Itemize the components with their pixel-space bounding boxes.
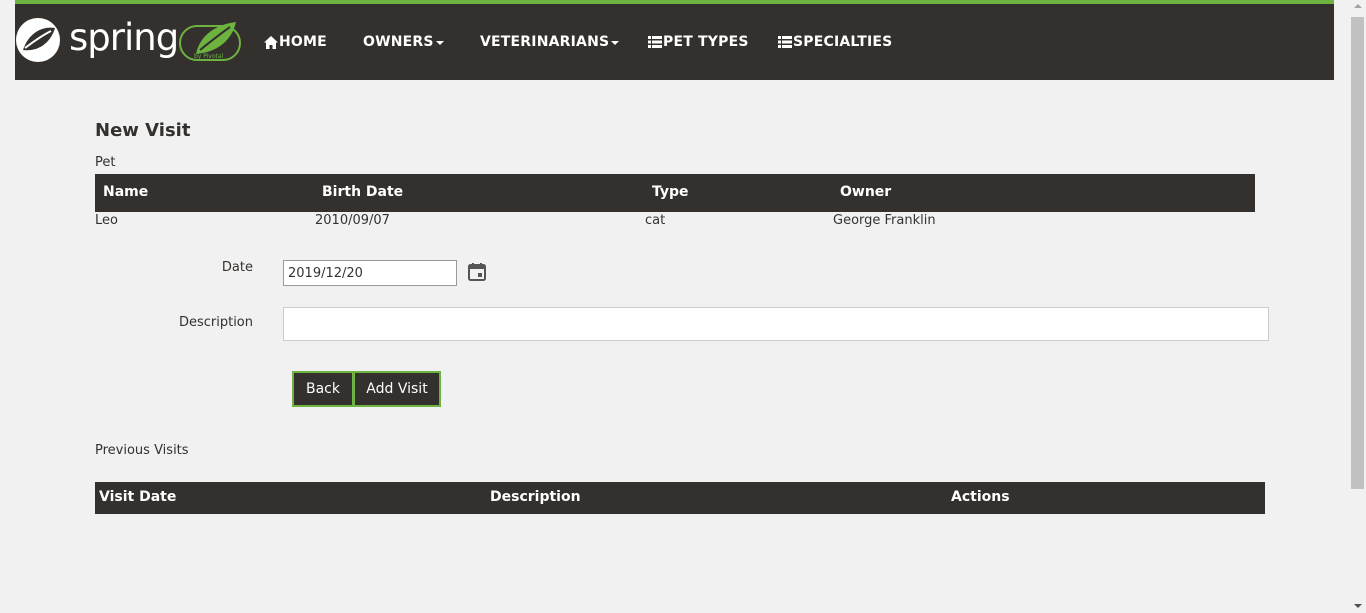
caret-down-icon xyxy=(611,41,620,45)
pet-section-label: Pet xyxy=(95,155,116,170)
nav-veterinarians[interactable]: VETERINARIANS xyxy=(480,34,620,50)
brand-name: spring xyxy=(69,16,179,59)
pet-table-header: Name Birth Date Type Owner xyxy=(95,174,1255,212)
pet-owner-cell: George Franklin xyxy=(833,213,936,228)
nav-pet-types-label: PET TYPES xyxy=(663,34,749,50)
column-header-owner: Owner xyxy=(840,184,892,200)
nav-specialties[interactable]: SPECIALTIES xyxy=(778,34,892,50)
list-icon xyxy=(648,36,662,48)
page-title: New Visit xyxy=(95,120,191,141)
column-header-name: Name xyxy=(103,184,149,200)
spring-logo[interactable]: spring by Pivotal xyxy=(15,16,245,64)
pet-birth-date-cell: 2010/09/07 xyxy=(315,213,390,228)
description-label: Description xyxy=(178,315,253,330)
nav-home-label: HOME xyxy=(279,34,327,50)
visits-table-header: Visit Date Description Actions xyxy=(95,482,1265,514)
column-header-visit-date: Visit Date xyxy=(99,489,177,505)
spring-leaf-icon xyxy=(16,18,60,62)
pivotal-badge-icon: by Pivotal xyxy=(179,22,241,61)
nav-veterinarians-label: VETERINARIANS xyxy=(480,34,610,50)
caret-down-icon xyxy=(435,41,444,45)
nav-specialties-label: SPECIALTIES xyxy=(793,34,893,50)
pet-type-cell: cat xyxy=(645,213,666,228)
pet-name-cell: Leo xyxy=(95,213,118,228)
nav-owners-label: OWNERS xyxy=(363,34,434,50)
calendar-icon[interactable] xyxy=(467,262,487,282)
column-header-type: Type xyxy=(652,184,689,200)
nav-pet-types[interactable]: PET TYPES xyxy=(648,34,749,50)
scroll-down-arrow-icon[interactable] xyxy=(1354,604,1362,608)
date-label: Date xyxy=(221,260,253,275)
add-visit-button[interactable]: Add Visit xyxy=(353,371,441,407)
navbar: spring by Pivotal HOME OWNERS VETERINARI… xyxy=(15,0,1334,80)
date-input[interactable] xyxy=(283,260,457,286)
previous-visits-label: Previous Visits xyxy=(95,443,189,458)
column-header-actions: Actions xyxy=(951,489,1010,505)
scroll-up-arrow-icon[interactable] xyxy=(1354,4,1362,8)
column-header-description: Description xyxy=(490,489,581,505)
scrollbar-thumb[interactable] xyxy=(1351,17,1364,489)
back-button[interactable]: Back xyxy=(292,371,354,407)
description-input[interactable] xyxy=(283,307,1269,341)
column-header-birth-date: Birth Date xyxy=(322,184,404,200)
list-icon xyxy=(778,36,792,48)
nav-home[interactable]: HOME xyxy=(264,34,327,50)
vertical-scrollbar[interactable] xyxy=(1349,0,1366,613)
nav-owners[interactable]: OWNERS xyxy=(363,34,444,50)
home-icon xyxy=(264,35,278,49)
badge-text: by Pivotal xyxy=(194,53,224,60)
